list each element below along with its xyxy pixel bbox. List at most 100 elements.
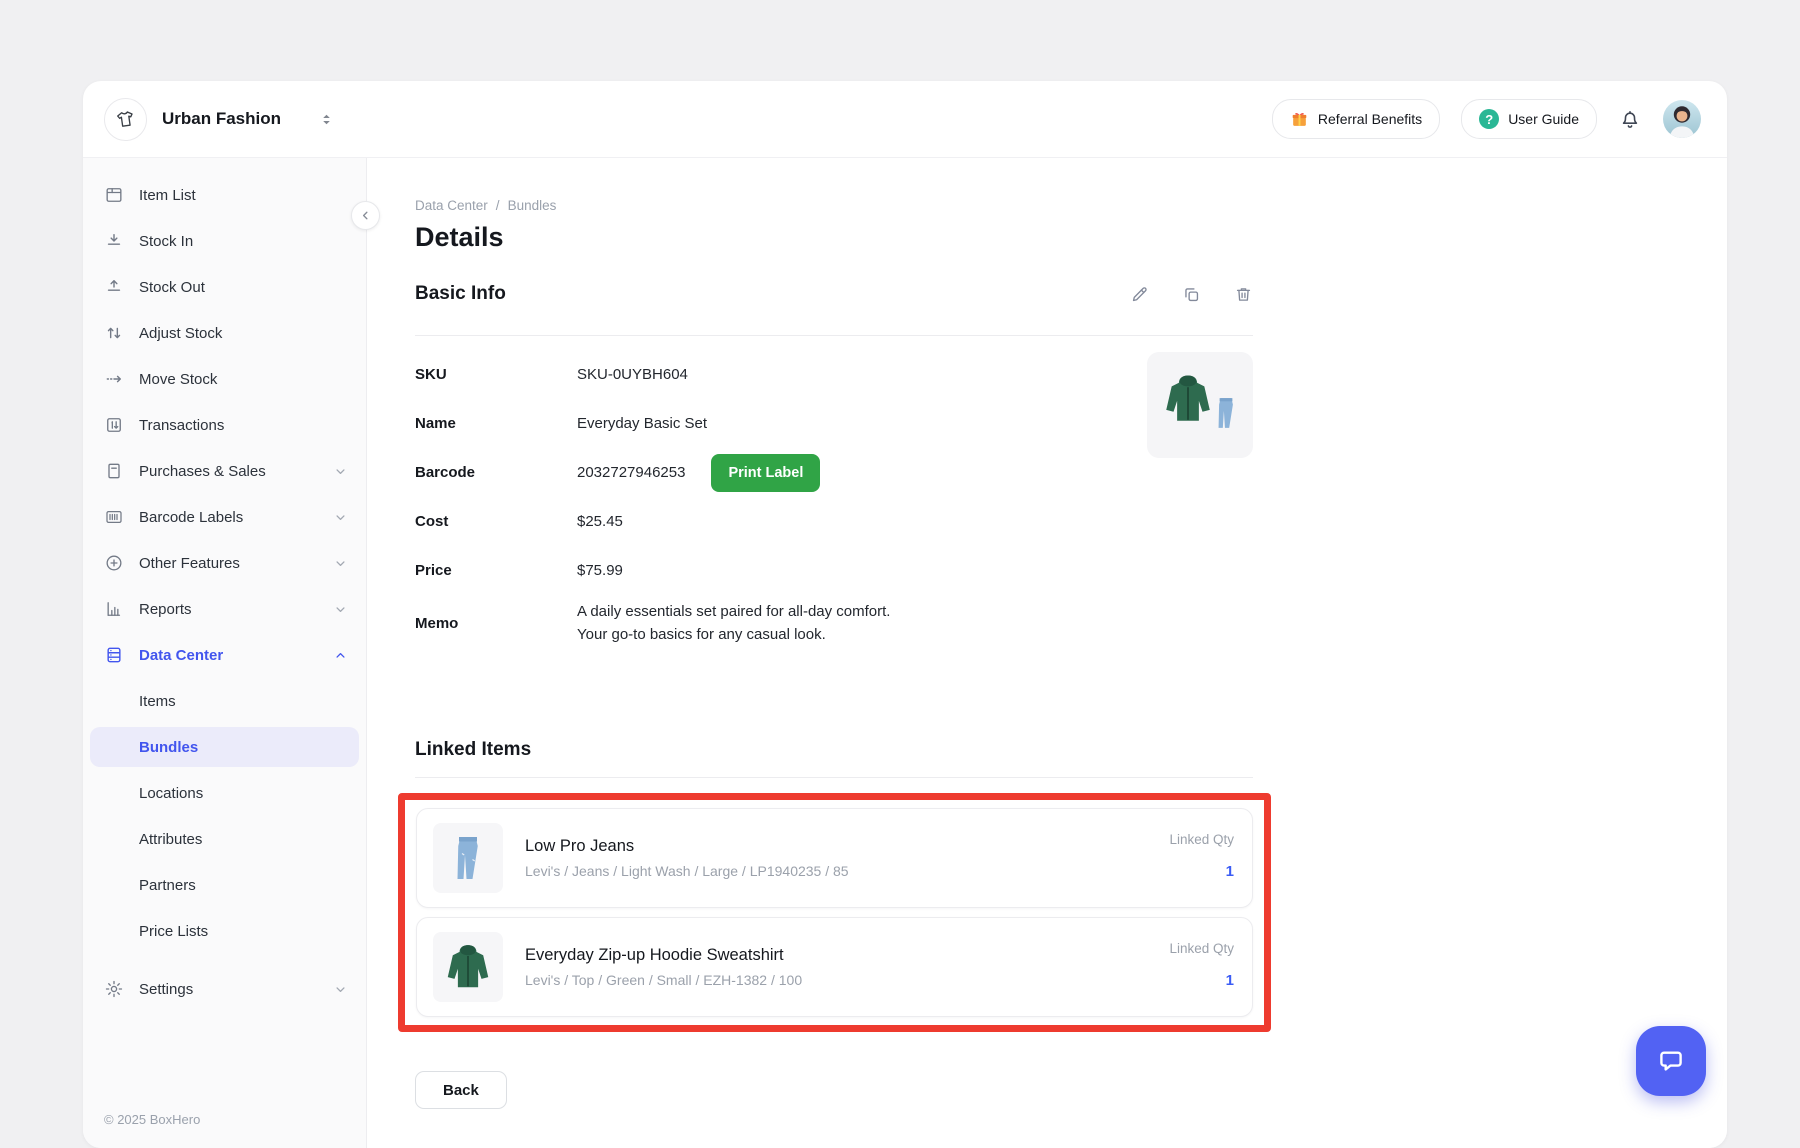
user-guide-button[interactable]: ? User Guide <box>1461 99 1597 139</box>
sidebar-subitem-items[interactable]: Items <box>83 678 366 724</box>
breadcrumb-bundles[interactable]: Bundles <box>508 198 557 213</box>
highlight-box: Low Pro Jeans Levi's / Jeans / Light Was… <box>398 793 1271 1032</box>
breadcrumb: Data Center / Bundles <box>415 198 1253 213</box>
pencil-icon[interactable] <box>1130 285 1149 304</box>
chevron-down-icon <box>333 464 348 479</box>
sidebar-item-label: Stock In <box>139 233 193 250</box>
chevron-down-icon <box>333 982 348 997</box>
workspace-logo <box>104 98 147 141</box>
sidebar-subitem-partners[interactable]: Partners <box>83 862 366 908</box>
sidebar-item-adjust-stock[interactable]: Adjust Stock <box>83 310 366 356</box>
sidebar-item-label: Move Stock <box>139 371 217 388</box>
sidebar-subitem-locations[interactable]: Locations <box>83 770 366 816</box>
cost-label: Cost <box>415 513 577 530</box>
sidebar-subitem-bundles[interactable]: Bundles <box>90 727 359 767</box>
sidebar-item-label: Reports <box>139 601 192 618</box>
box-icon <box>104 185 124 205</box>
cost-value: $25.45 <box>577 510 1253 533</box>
sidebar-item-label: Adjust Stock <box>139 325 222 342</box>
sidebar-subitem-attributes[interactable]: Attributes <box>83 816 366 862</box>
linked-items-header: Linked Items <box>415 737 1253 763</box>
memo-label: Memo <box>415 615 577 632</box>
app-window: Urban Fashion Referral Benefits <box>83 81 1727 1148</box>
jeans-image <box>1209 380 1243 446</box>
plus-circle-icon <box>104 553 124 573</box>
basic-info-title: Basic Info <box>415 283 506 305</box>
tshirt-icon <box>114 108 137 131</box>
referral-benefits-button[interactable]: Referral Benefits <box>1272 99 1440 139</box>
field-row-cost: Cost $25.45 <box>415 497 1253 546</box>
workspace-name: Urban Fashion <box>162 109 281 129</box>
bell-icon[interactable] <box>1618 107 1642 131</box>
sidebar-item-label: Barcode Labels <box>139 509 243 526</box>
barcode-value: 2032727946253 <box>577 461 685 484</box>
arrow-up-tray-icon <box>104 277 124 297</box>
sidebar-subitem-label: Bundles <box>139 739 198 756</box>
memo-line-2: Your go-to basics for any casual look. <box>577 623 1253 646</box>
top-bar: Urban Fashion Referral Benefits <box>83 81 1727 158</box>
linked-item-row[interactable]: Low Pro Jeans Levi's / Jeans / Light Was… <box>416 808 1253 908</box>
sidebar-subitem-label: Locations <box>139 785 203 802</box>
field-row-barcode: Barcode 2032727946253 Print Label <box>415 448 1253 497</box>
print-label-button[interactable]: Print Label <box>711 454 820 492</box>
linked-item-attributes: Levi's / Jeans / Light Wash / Large / LP… <box>525 863 849 879</box>
linked-item-row[interactable]: Everyday Zip-up Hoodie Sweatshirt Levi's… <box>416 917 1253 1017</box>
sidebar-subitem-price-lists[interactable]: Price Lists <box>83 908 366 954</box>
sidebar-item-stock-in[interactable]: Stock In <box>83 218 366 264</box>
top-bar-actions: Referral Benefits ? User Guide <box>1272 99 1701 139</box>
user-avatar[interactable] <box>1663 100 1701 138</box>
basic-info-fields: SKU SKU-0UYBH604 Name Everyday Basic Set… <box>415 336 1253 651</box>
chat-bubble-icon <box>1655 1045 1687 1077</box>
chat-fab-button[interactable] <box>1636 1026 1706 1096</box>
gift-icon <box>1290 110 1309 129</box>
database-icon <box>104 645 124 665</box>
sku-label: SKU <box>415 366 577 383</box>
sidebar-item-reports[interactable]: Reports <box>83 586 366 632</box>
hoodie-thumbnail <box>433 932 503 1002</box>
sidebar-collapse-button[interactable] <box>351 201 380 230</box>
chevron-down-icon <box>333 602 348 617</box>
referral-benefits-label: Referral Benefits <box>1318 111 1422 127</box>
bar-chart-icon <box>104 599 124 619</box>
app-body: Item List Stock In Stock Out Adjust Stoc… <box>83 158 1727 1148</box>
sidebar-item-data-center[interactable]: Data Center <box>83 632 366 678</box>
sidebar-item-item-list[interactable]: Item List <box>83 172 366 218</box>
main-content: Data Center / Bundles Details Basic Info <box>367 158 1727 1148</box>
linked-item-name: Everyday Zip-up Hoodie Sweatshirt <box>525 946 802 965</box>
barcode-label: Barcode <box>415 464 577 481</box>
chevron-down-icon <box>333 556 348 571</box>
sidebar-item-label: Purchases & Sales <box>139 463 266 480</box>
sidebar-subitem-label: Partners <box>139 877 196 894</box>
field-row-memo: Memo A daily essentials set paired for a… <box>415 595 1253 651</box>
copy-icon[interactable] <box>1182 285 1201 304</box>
price-label: Price <box>415 562 577 579</box>
sidebar-subitem-label: Attributes <box>139 831 202 848</box>
sidebar-item-purchases-sales[interactable]: Purchases & Sales <box>83 448 366 494</box>
barcode-icon <box>104 507 124 527</box>
gear-icon <box>104 979 124 999</box>
linked-qty-value: 1 <box>1226 863 1234 880</box>
back-button[interactable]: Back <box>415 1071 507 1109</box>
sidebar-item-settings[interactable]: Settings <box>83 966 366 1012</box>
trash-icon[interactable] <box>1234 285 1253 304</box>
linked-item-attributes: Levi's / Top / Green / Small / EZH-1382 … <box>525 972 802 988</box>
workspace-switcher[interactable]: Urban Fashion <box>104 98 334 141</box>
linked-qty-label: Linked Qty <box>1169 832 1234 847</box>
sidebar-subitem-label: Items <box>139 693 176 710</box>
chevron-down-icon <box>333 510 348 525</box>
field-row-price: Price $75.99 <box>415 546 1253 595</box>
copyright-text: © 2025 BoxHero <box>104 1112 200 1127</box>
sidebar-item-other-features[interactable]: Other Features <box>83 540 366 586</box>
jeans-thumbnail <box>433 823 503 893</box>
linked-qty-block: Linked Qty 1 <box>1169 824 1234 880</box>
sidebar-item-label: Stock Out <box>139 279 205 296</box>
sidebar-item-stock-out[interactable]: Stock Out <box>83 264 366 310</box>
sidebar-item-barcode-labels[interactable]: Barcode Labels <box>83 494 366 540</box>
linked-qty-value: 1 <box>1226 972 1234 989</box>
breadcrumb-data-center[interactable]: Data Center <box>415 198 488 213</box>
sidebar-item-move-stock[interactable]: Move Stock <box>83 356 366 402</box>
sidebar-item-label: Data Center <box>139 647 223 664</box>
sidebar-item-transactions[interactable]: Transactions <box>83 402 366 448</box>
sorter-icon <box>319 112 334 127</box>
price-value: $75.99 <box>577 559 1253 582</box>
